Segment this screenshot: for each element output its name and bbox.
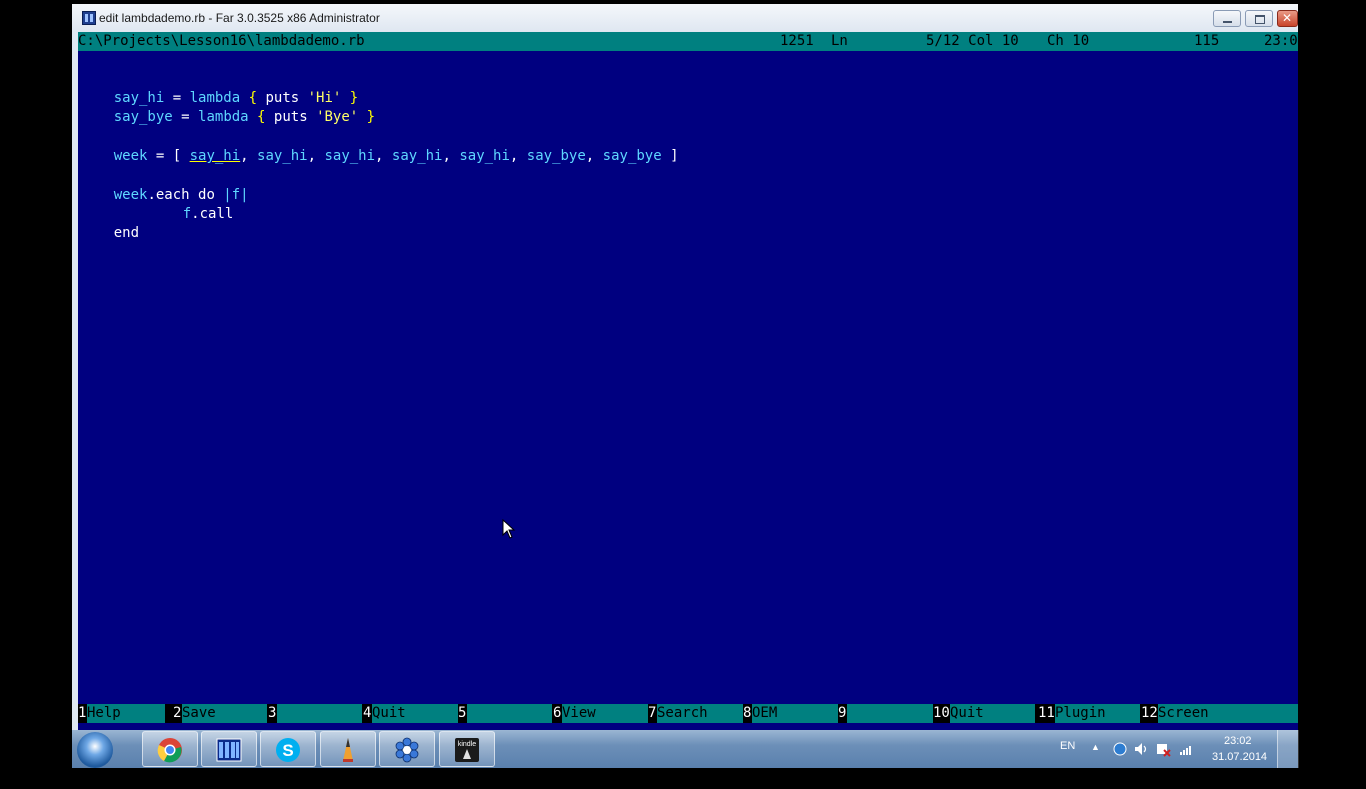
file-path: C:\Projects\Lesson16\lambdademo.rb	[78, 33, 365, 49]
taskbar-gear-app[interactable]	[379, 731, 435, 767]
window-title: edit lambdademo.rb - Far 3.0.3525 x86 Ad…	[99, 11, 380, 25]
language-indicator[interactable]: EN	[1060, 740, 1075, 778]
start-orb-icon[interactable]	[77, 732, 113, 768]
far-app-icon	[82, 11, 96, 25]
kindle-icon: kindle	[455, 738, 479, 762]
mouse-pointer-icon	[502, 519, 516, 539]
svg-text:S: S	[282, 741, 293, 760]
taskbar-kindle[interactable]: kindle	[439, 731, 495, 767]
code-line-6: end	[113, 225, 140, 241]
char-column: Ch 10	[1047, 33, 1090, 49]
close-button[interactable]	[1277, 10, 1298, 27]
minimize-button[interactable]	[1213, 10, 1241, 27]
codepage: 1251	[780, 33, 814, 49]
signal-icon[interactable]	[1178, 741, 1194, 757]
volume-icon[interactable]	[1133, 741, 1149, 757]
action-center-icon[interactable]	[1155, 741, 1171, 757]
taskbar-skype[interactable]: S	[260, 731, 316, 767]
taskbar-pencil-app[interactable]	[320, 731, 376, 767]
maximize-button[interactable]	[1245, 10, 1273, 27]
tray-date[interactable]: 31.07.2014	[1212, 751, 1267, 789]
network-sync-icon[interactable]	[1112, 741, 1128, 757]
far-manager-icon	[216, 738, 242, 762]
code-line-4: week.each do |f|	[113, 187, 249, 203]
svg-text:kindle: kindle	[458, 741, 476, 748]
chrome-icon	[157, 738, 182, 763]
function-key-bar: 1 Help 2 Save 3 4 Quit 5 6 View 7 Search 8 OEM…	[78, 704, 1298, 723]
gear-flower-icon	[395, 737, 419, 763]
editor-status-bar: C:\Projects\Lesson16\lambdademo.rb 1251 …	[78, 32, 1298, 51]
code-line-2: say_bye = lambda { puts 'Bye' }	[113, 109, 376, 125]
cursor-position: 5/12 Col 10	[926, 33, 1019, 49]
code-line-3: week = [ say_hi, say_hi, say_hi, say_hi,…	[113, 148, 679, 164]
taskbar-chrome[interactable]	[142, 731, 198, 767]
title-bar[interactable]: edit lambdademo.rb - Far 3.0.3525 x86 Ad…	[72, 4, 1298, 32]
code-line-5: f.call	[182, 206, 234, 222]
code-line-1: say_hi = lambda { puts 'Hi' }	[113, 90, 359, 106]
windows-taskbar: S kindle EN ▲ 23:02 31.07.2014	[72, 730, 1299, 768]
status-clock: 23:0	[1264, 33, 1298, 49]
editor-text-area[interactable]: say_hi = lambda { puts 'Hi' } say_bye = …	[80, 70, 1295, 710]
ln-label: Ln	[831, 33, 848, 49]
pencil-icon	[343, 738, 353, 762]
char-code: 115	[1194, 33, 1220, 49]
tray-expand-icon[interactable]: ▲	[1091, 742, 1100, 780]
taskbar-far-manager[interactable]	[201, 731, 257, 767]
skype-icon: S	[276, 738, 300, 762]
show-desktop-button[interactable]	[1277, 730, 1299, 768]
